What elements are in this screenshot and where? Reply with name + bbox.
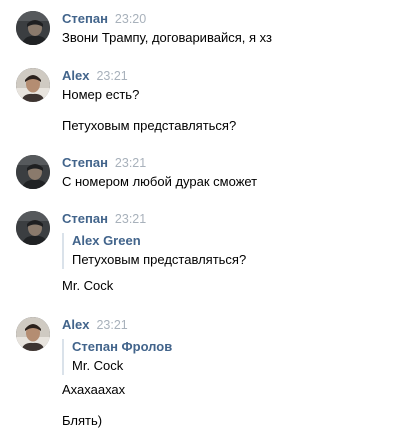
message-text: Mr. Cock (62, 278, 114, 293)
forwarded-quote[interactable]: Alex Green Петуховым представляться? (62, 233, 362, 269)
message-time[interactable]: 23:21 (96, 69, 127, 83)
alex-avatar-icon[interactable] (16, 317, 50, 351)
message-text: С номером любой дурак сможет (62, 174, 258, 189)
alex-avatar-icon[interactable] (16, 68, 50, 102)
message-author[interactable]: Степан (62, 155, 108, 170)
message-time[interactable]: 23:20 (115, 12, 146, 26)
message-time[interactable]: 23:21 (115, 156, 146, 170)
message-time[interactable]: 23:21 (96, 318, 127, 332)
quote-text: Mr. Cock (72, 358, 124, 373)
stepan-avatar-icon[interactable] (16, 211, 50, 245)
stepan-avatar-icon[interactable] (16, 11, 50, 45)
message-text: Ахахаахах (62, 382, 126, 397)
message-author[interactable]: Степан (62, 211, 108, 226)
message-author[interactable]: Степан (62, 11, 108, 26)
message-author[interactable]: Alex (62, 317, 89, 332)
quote-author[interactable]: Степан Фролов (72, 339, 172, 355)
message-text: Номер есть? (62, 87, 140, 102)
message-time[interactable]: 23:21 (115, 212, 146, 226)
quote-text: Петуховым представляться? (72, 252, 247, 267)
message-text: Блять) (62, 413, 103, 428)
stepan-avatar-icon[interactable] (16, 155, 50, 189)
quote-author[interactable]: Alex Green (72, 233, 141, 249)
forwarded-quote[interactable]: Степан Фролов Mr. Cock (62, 339, 362, 375)
message-author[interactable]: Alex (62, 68, 89, 83)
chat-history: Степан 23:20 Звони Трампу, договаривайся,… (0, 0, 409, 441)
message-text: Звони Трампу, договаривайся, я хз (62, 30, 272, 45)
message-text: Петуховым представляться? (62, 118, 237, 133)
